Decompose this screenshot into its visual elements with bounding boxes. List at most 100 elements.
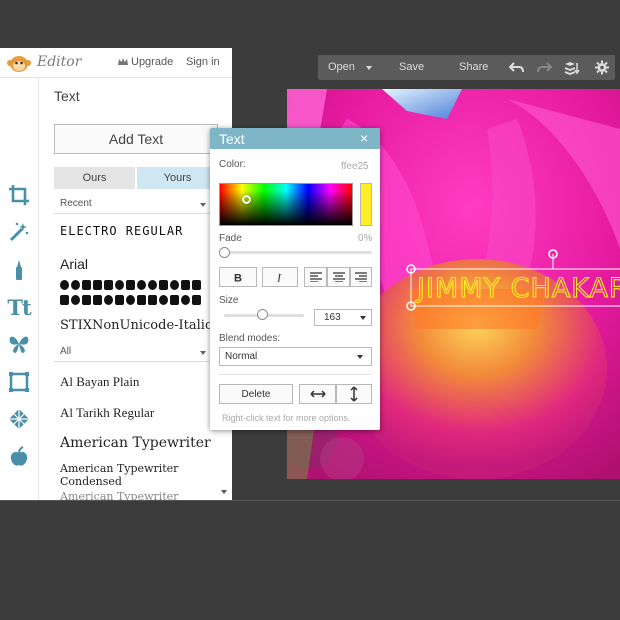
delete-button[interactable]: Delete [219, 384, 293, 404]
fade-value: 0% [358, 233, 373, 244]
fade-slider-knob[interactable] [219, 247, 230, 258]
canvas-bottom-edge [0, 500, 620, 501]
text-tool-icon: Tt [7, 294, 31, 320]
canvas-text-layer[interactable]: JIMMY CHAKAR [414, 272, 620, 304]
brush-icon [16, 260, 22, 280]
recent-fonts-dropdown[interactable]: Recent [54, 196, 210, 214]
svg-text:I: I [276, 271, 282, 283]
all-fonts-dropdown[interactable]: All [54, 344, 210, 362]
apple-icon [10, 446, 28, 466]
frame-icon [9, 372, 29, 392]
blend-modes-dropdown[interactable]: Normal [219, 347, 372, 366]
fade-label: Fade [219, 233, 242, 244]
color-picker-handle[interactable] [242, 195, 251, 204]
align-left-button[interactable] [304, 267, 327, 287]
right-click-hint: Right-click text for more options. [222, 413, 351, 423]
redo-button[interactable] [536, 60, 553, 75]
top-toolbar: Open Save Share [318, 55, 615, 80]
brand-bar: Editor Upgrade Sign in [0, 48, 232, 78]
font-item-dingbats[interactable] [60, 280, 210, 308]
font-item-electro[interactable]: ELECTRO REGULAR [60, 224, 183, 238]
sign-in-link[interactable]: Sign in [186, 56, 220, 68]
overlays-tool[interactable] [6, 331, 32, 357]
scroll-down-icon[interactable] [221, 490, 227, 494]
open-dropdown-icon[interactable] [366, 66, 372, 70]
text-properties-dialog: Text × Color: ffee25 Fade 0% B I Size 16… [210, 128, 380, 430]
chevron-down-icon [200, 351, 206, 355]
italic-button[interactable]: I [262, 267, 298, 287]
font-item-arial[interactable]: Arial [60, 256, 88, 272]
open-button[interactable]: Open [328, 61, 355, 73]
color-swatch [360, 183, 372, 226]
bold-button[interactable]: B [219, 267, 257, 287]
align-left-icon [309, 272, 322, 282]
settings-button[interactable] [594, 60, 610, 75]
bold-icon: B [234, 273, 242, 284]
font-item-stix[interactable]: STIXNonUnicode-Italic [60, 318, 212, 333]
panel-title: Text [54, 88, 80, 104]
save-button[interactable]: Save [399, 61, 424, 73]
font-item-al-tarikh[interactable]: Al Tarikh Regular [60, 405, 154, 421]
seasonal-tool[interactable] [6, 444, 32, 470]
settings-icon [595, 60, 609, 75]
textures-tool[interactable] [6, 406, 32, 432]
undo-icon [508, 62, 524, 73]
color-label: Color: [219, 159, 246, 170]
frames-tool[interactable] [6, 369, 32, 395]
upgrade-label: Upgrade [131, 56, 174, 68]
upgrade-link[interactable]: Upgrade [118, 56, 173, 68]
effects-tool[interactable] [6, 219, 32, 245]
dialog-header[interactable]: Text × [210, 128, 380, 149]
recent-fonts-label: Recent [60, 198, 92, 209]
crop-tool[interactable] [6, 182, 32, 208]
font-item-american-typewriter[interactable]: American Typewriter [60, 435, 211, 451]
align-right-button[interactable] [350, 267, 372, 287]
dingbat-glyphs-row [60, 280, 210, 292]
font-item-al-bayan[interactable]: Al Bayan Plain [60, 374, 139, 390]
sidebar: Editor Upgrade Sign in Tt Text Add Text … [0, 48, 232, 500]
align-center-button[interactable] [327, 267, 350, 287]
align-center-icon [332, 272, 345, 282]
undo-button[interactable] [508, 60, 525, 75]
share-button[interactable]: Share [459, 61, 488, 73]
size-dropdown[interactable]: 163 [314, 309, 372, 326]
flip-horizontal-icon [309, 390, 326, 398]
texture-icon [9, 409, 29, 429]
chevron-down-icon [200, 203, 206, 207]
layers-button[interactable] [564, 60, 580, 75]
blend-mode-value: Normal [225, 351, 258, 362]
chevron-down-icon [357, 355, 363, 359]
tab-ours[interactable]: Ours [54, 167, 135, 189]
font-item-american-typewriter-partial[interactable]: American Typewriter [60, 490, 178, 500]
flip-horizontal-button[interactable] [299, 384, 336, 404]
align-right-icon [355, 272, 367, 282]
crop-icon [9, 185, 29, 205]
svg-text:B: B [234, 273, 242, 284]
redo-icon [537, 62, 553, 73]
all-fonts-label: All [60, 346, 72, 357]
size-value: 163 [324, 312, 341, 323]
tools-divider [38, 78, 39, 500]
dialog-title: Text [219, 131, 245, 147]
size-label: Size [219, 295, 239, 306]
layers-icon [564, 62, 580, 75]
touch-up-tool[interactable] [6, 257, 32, 283]
font-item-american-typewriter-condensed[interactable]: American Typewriter Condensed [60, 462, 200, 488]
dingbat-glyphs-row [60, 295, 210, 307]
monkey-logo-icon [7, 56, 31, 72]
flip-vertical-icon [350, 386, 358, 402]
size-slider-knob[interactable] [257, 309, 268, 320]
chevron-down-icon [360, 316, 366, 320]
tool-strip: Tt [0, 78, 38, 500]
text-tool[interactable]: Tt [6, 294, 32, 320]
flip-vertical-button[interactable] [336, 384, 372, 404]
dialog-divider [219, 374, 372, 375]
butterfly-icon [9, 336, 29, 353]
add-text-button[interactable]: Add Text [54, 124, 218, 154]
fade-slider[interactable] [224, 251, 372, 254]
close-icon[interactable]: × [360, 130, 368, 146]
italic-icon: I [276, 271, 282, 283]
tab-yours[interactable]: Yours [137, 167, 218, 189]
color-hex-value[interactable]: ffee25 [341, 161, 369, 172]
color-picker[interactable] [219, 183, 353, 226]
